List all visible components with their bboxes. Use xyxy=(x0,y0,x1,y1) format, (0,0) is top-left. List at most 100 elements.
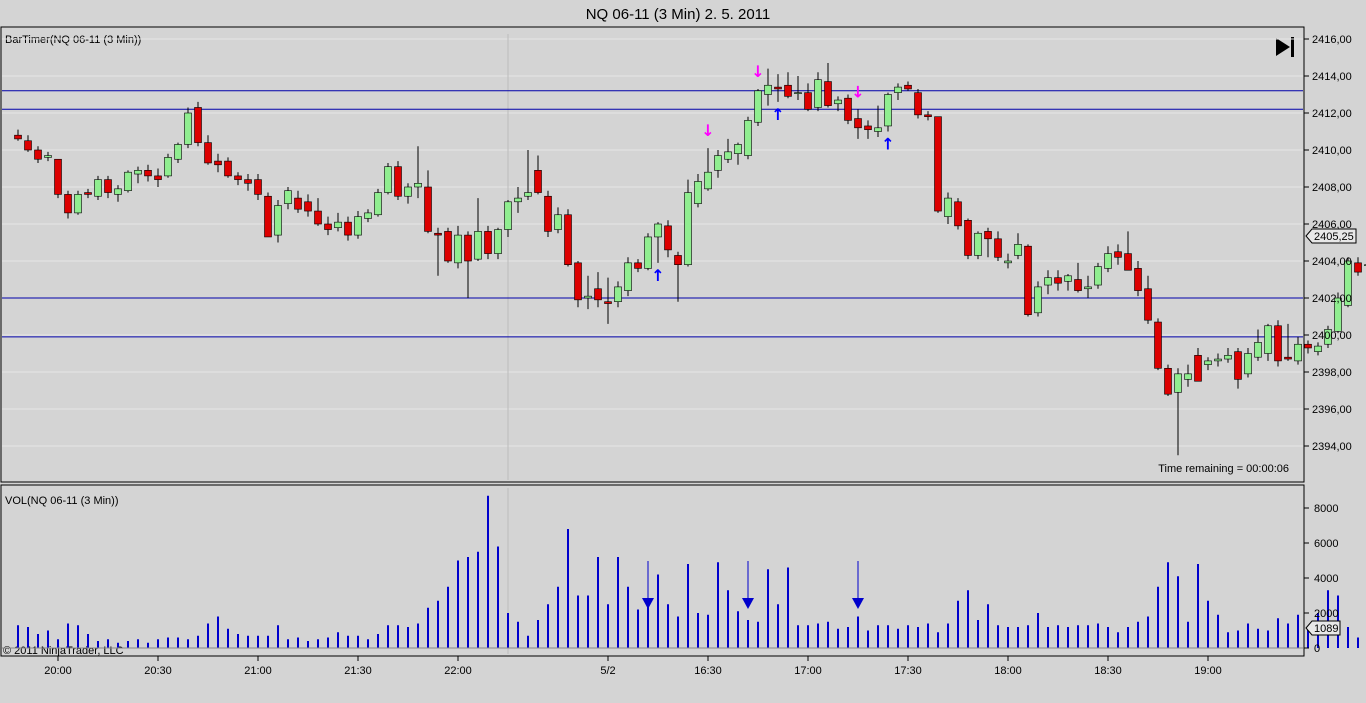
candle-body xyxy=(874,127,882,132)
candle-body xyxy=(204,142,212,164)
candle-body xyxy=(944,197,952,217)
price-tick-label: 2402,00 xyxy=(1312,293,1352,305)
candle xyxy=(544,190,552,237)
candle xyxy=(74,190,82,215)
candle xyxy=(374,188,382,217)
time-tick-label: 21:00 xyxy=(244,665,272,677)
candle xyxy=(184,107,192,149)
candle-body xyxy=(914,92,922,116)
candle-body xyxy=(14,134,22,140)
candle-body xyxy=(1174,373,1182,393)
candle-body xyxy=(304,201,312,212)
candle-body xyxy=(124,171,132,191)
candle-body xyxy=(1214,358,1222,362)
candle-body xyxy=(334,221,342,228)
candle-body xyxy=(1064,275,1072,282)
candle-body xyxy=(1304,343,1312,349)
short-entry-arrow-icon: ↓ xyxy=(851,82,864,101)
time-tick-label: 17:00 xyxy=(794,665,822,677)
time-tick-label: 19:00 xyxy=(1194,665,1222,677)
candle-body xyxy=(144,170,152,177)
candle-body xyxy=(494,229,502,254)
candle-body xyxy=(964,220,972,256)
candle-body xyxy=(994,238,1002,258)
price-tick-label: 2398,00 xyxy=(1312,367,1352,379)
candle-body xyxy=(234,175,242,180)
candle-body xyxy=(364,212,372,219)
candle-body xyxy=(64,194,72,214)
candle-body xyxy=(264,195,272,238)
candle-body xyxy=(1114,251,1122,258)
candle xyxy=(624,257,632,297)
time-tick-label: 20:30 xyxy=(144,665,172,677)
candle xyxy=(934,116,942,213)
candle-body xyxy=(954,201,962,227)
candle-body xyxy=(1354,262,1362,273)
candle xyxy=(264,192,272,238)
candle-body xyxy=(634,262,642,269)
candle-body xyxy=(104,179,112,193)
price-tick-label: 2410,00 xyxy=(1312,145,1352,157)
candle-body xyxy=(864,125,872,130)
chart-svg: NQ 06-11 (3 Min) 2. 5. 2011 BarTimer(NQ … xyxy=(0,0,1366,703)
candle-body xyxy=(1084,286,1092,290)
candle xyxy=(1274,320,1282,367)
candle xyxy=(94,175,102,200)
candle xyxy=(124,170,132,193)
candle xyxy=(1024,244,1032,317)
candle-body xyxy=(624,262,632,291)
candle-body xyxy=(84,192,92,195)
candle-body xyxy=(684,192,692,266)
candle-body xyxy=(54,158,62,195)
long-entry-arrow-icon: ↑ xyxy=(771,105,784,124)
time-remaining-label: Time remaining = 00:00:06 xyxy=(1158,463,1289,475)
candle-body xyxy=(604,301,612,304)
candle-body xyxy=(574,262,582,301)
candle xyxy=(1164,364,1172,397)
candle xyxy=(954,198,962,230)
candle-body xyxy=(1254,342,1262,358)
candle-body xyxy=(1244,353,1252,375)
candle-body xyxy=(174,144,182,160)
candle-body xyxy=(474,231,482,260)
candle-body xyxy=(294,197,302,210)
last-price-badge: 2405,25 xyxy=(1305,228,1357,244)
candle-body xyxy=(504,201,512,230)
candle-body xyxy=(24,140,32,151)
candle-body xyxy=(224,160,232,177)
candle-body xyxy=(414,183,422,188)
candle-body xyxy=(1284,356,1292,360)
volume-tick-label: 8000 xyxy=(1314,503,1338,515)
candle-body xyxy=(664,225,672,251)
candle-body xyxy=(1274,325,1282,362)
candle-body xyxy=(1204,360,1212,365)
candle-body xyxy=(814,79,822,108)
candle-body xyxy=(1154,321,1162,369)
candle-body xyxy=(974,232,982,256)
candle xyxy=(394,161,402,200)
candle-body xyxy=(184,112,192,145)
candle xyxy=(444,227,452,263)
candle xyxy=(1094,262,1102,289)
end-bar-icon xyxy=(1291,37,1294,57)
candle-body xyxy=(1004,260,1012,264)
candle-body xyxy=(734,144,742,154)
time-tick-label: 16:30 xyxy=(694,665,722,677)
candle-body xyxy=(384,166,392,193)
candle-body xyxy=(154,175,162,180)
candle xyxy=(54,158,62,199)
time-tick-label: 22:00 xyxy=(444,665,472,677)
candle-body xyxy=(244,179,252,184)
candle-body xyxy=(764,84,772,95)
candle-body xyxy=(934,116,942,212)
candle-body xyxy=(424,186,432,232)
candle-body xyxy=(794,92,802,94)
price-tick-label: 2416,00 xyxy=(1312,34,1352,46)
last-price-value: 2405,25 xyxy=(1314,231,1354,243)
candle-body xyxy=(534,170,542,193)
candle-body xyxy=(134,170,142,175)
candle-body xyxy=(704,171,712,190)
volume-panel-label: VOL(NQ 06-11 (3 Min)) xyxy=(5,495,119,507)
copyright-label: © 2011 NinjaTrader, LLC xyxy=(3,645,124,657)
candle-body xyxy=(314,210,322,225)
